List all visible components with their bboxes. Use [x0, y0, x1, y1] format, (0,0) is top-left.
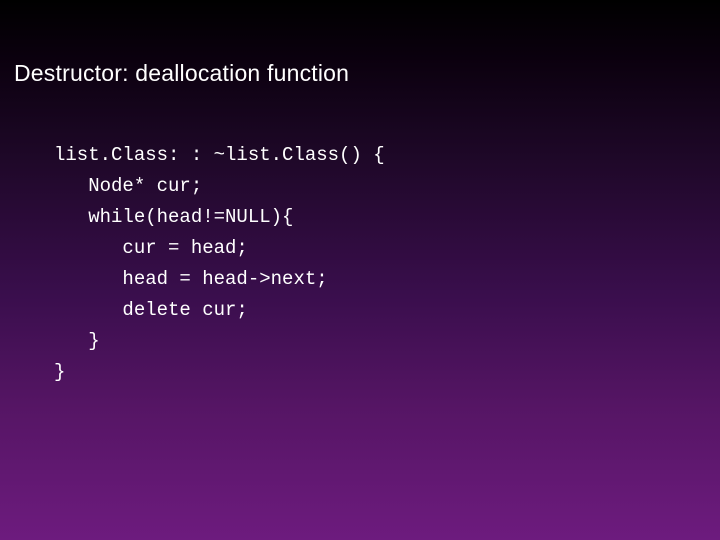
code-line: Node* cur; [54, 175, 202, 197]
slide: Destructor: deallocation function list.C… [0, 0, 720, 540]
slide-title: Destructor: deallocation function [14, 60, 349, 87]
code-line: while(head!=NULL){ [54, 206, 293, 228]
code-block: list.Class: : ~list.Class() { Node* cur;… [54, 140, 385, 388]
code-line: delete cur; [54, 299, 248, 321]
code-line: list.Class: : ~list.Class() { [54, 144, 385, 166]
code-line: cur = head; [54, 237, 248, 259]
code-line: head = head->next; [54, 268, 328, 290]
code-line: } [54, 330, 100, 352]
code-line: } [54, 361, 65, 383]
